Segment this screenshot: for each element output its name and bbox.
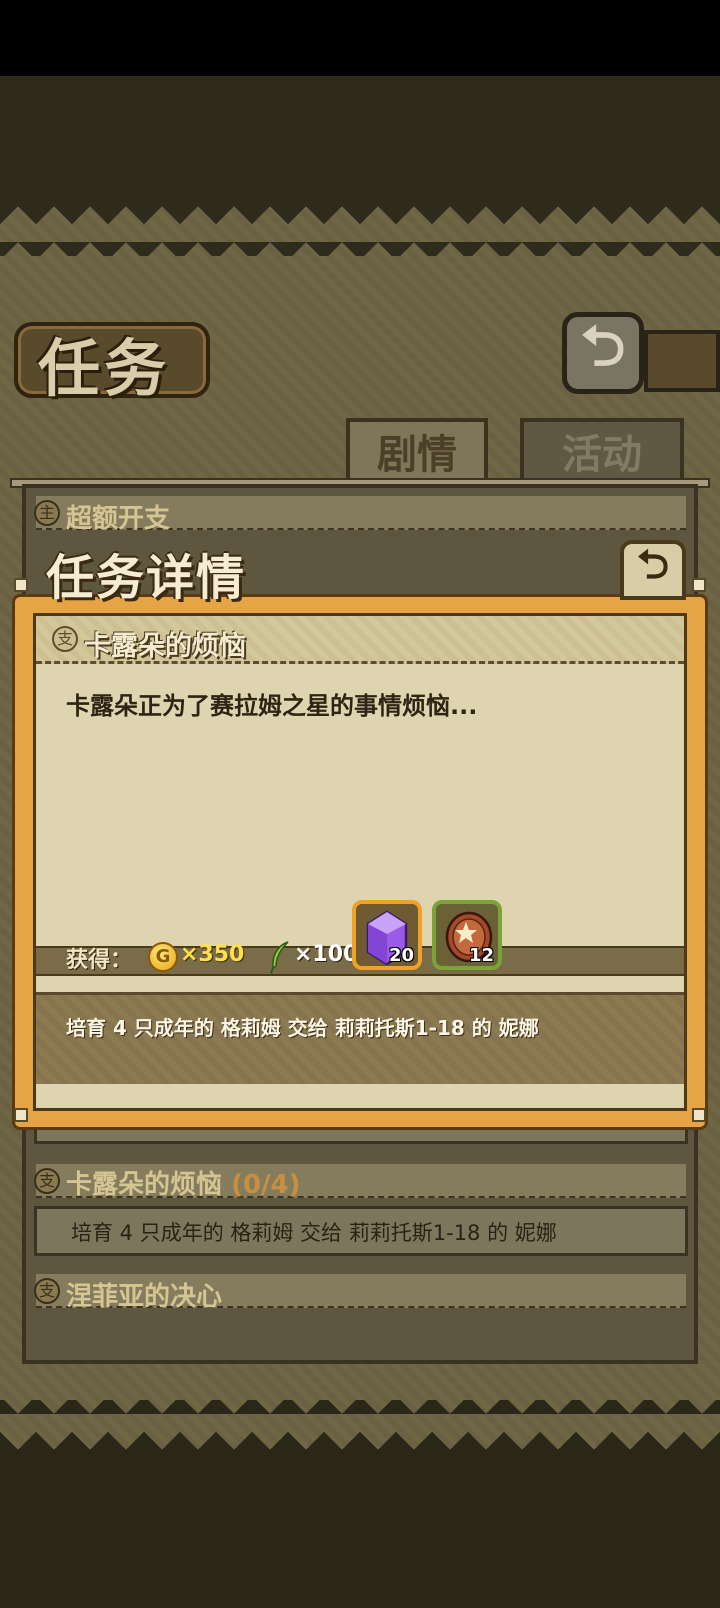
quest-progress: (0/4) [231,1170,301,1200]
list-item-title: 超额开支 [66,498,170,535]
gold-coin-icon: G [148,942,178,972]
feather-reward-amount: ×100 [294,942,359,967]
map-background-bottom [0,1450,720,1608]
board-edge-bottom [0,1400,720,1450]
back-button[interactable]: ⮌ [562,312,644,394]
dialog-body: 支 卡露朵的烦恼 卡露朵正为了赛拉姆之星的事情烦恼... 获得： G ×350 … [33,613,687,1111]
frame-corner [14,1108,28,1122]
map-background-top [0,76,720,206]
feather-icon [270,941,289,974]
list-item-desc[interactable]: 培育 4 只成年的 格莉姆 交给 莉莉托斯1-18 的 妮娜 [34,1206,688,1256]
header-right-bar [644,330,720,392]
screen-title: 任务 [38,332,171,405]
quest-description: 卡露朵正为了赛拉姆之星的事情烦恼... [66,692,478,720]
quest-title-text: 超额开支 [66,504,171,534]
frame-corner [692,1108,706,1122]
quest-detail-dialog: 支 卡露朵的烦恼 卡露朵正为了赛拉姆之星的事情烦恼... 获得： G ×350 … [12,594,708,1130]
board-edge-top [0,206,720,256]
list-item-title: 卡露朵的烦恼 (0/4) [66,1164,301,1201]
quest-title-text: 卡露朵的烦恼 [66,1170,223,1200]
tab-event[interactable]: 活动 [520,418,684,484]
quest-objective: 培育 4 只成年的 格莉姆 交给 莉莉托斯1-18 的 妮娜 [66,1016,539,1040]
item-count: 20 [388,945,414,966]
frame-corner [14,578,28,592]
list-item-title: 涅菲亚的决心 [66,1276,222,1313]
reward-item-crystal[interactable]: 20 [352,900,422,970]
quest-name: 卡露朵的烦恼 [84,631,246,662]
side-quest-icon: 支 [34,1168,60,1194]
quest-title-text: 涅菲亚的决心 [66,1282,223,1312]
dialog-back-button[interactable]: ⮌ [620,540,686,600]
side-quest-icon: 支 [34,1278,60,1304]
gold-reward-amount: ×350 [180,942,245,967]
frame-corner [692,578,706,592]
tab-story[interactable]: 剧情 [346,418,488,484]
reward-item-medal[interactable]: 12 [432,900,502,970]
game-screen: 任务 ⮌ 剧情 活动 主 超额开支 前往 领主的寝宫4-A5 与 宝石迷迷可对话… [0,0,720,1608]
return-arrow-icon: ⮌ [580,313,626,379]
return-arrow-icon: ⮌ [636,542,670,588]
dialog-title: 任务详情 [46,550,247,606]
status-bar-area [0,0,720,76]
item-count: 12 [468,945,494,966]
reward-label: 获得： [66,948,133,973]
main-quest-icon: 主 [34,500,60,526]
side-quest-icon: 支 [52,626,78,652]
